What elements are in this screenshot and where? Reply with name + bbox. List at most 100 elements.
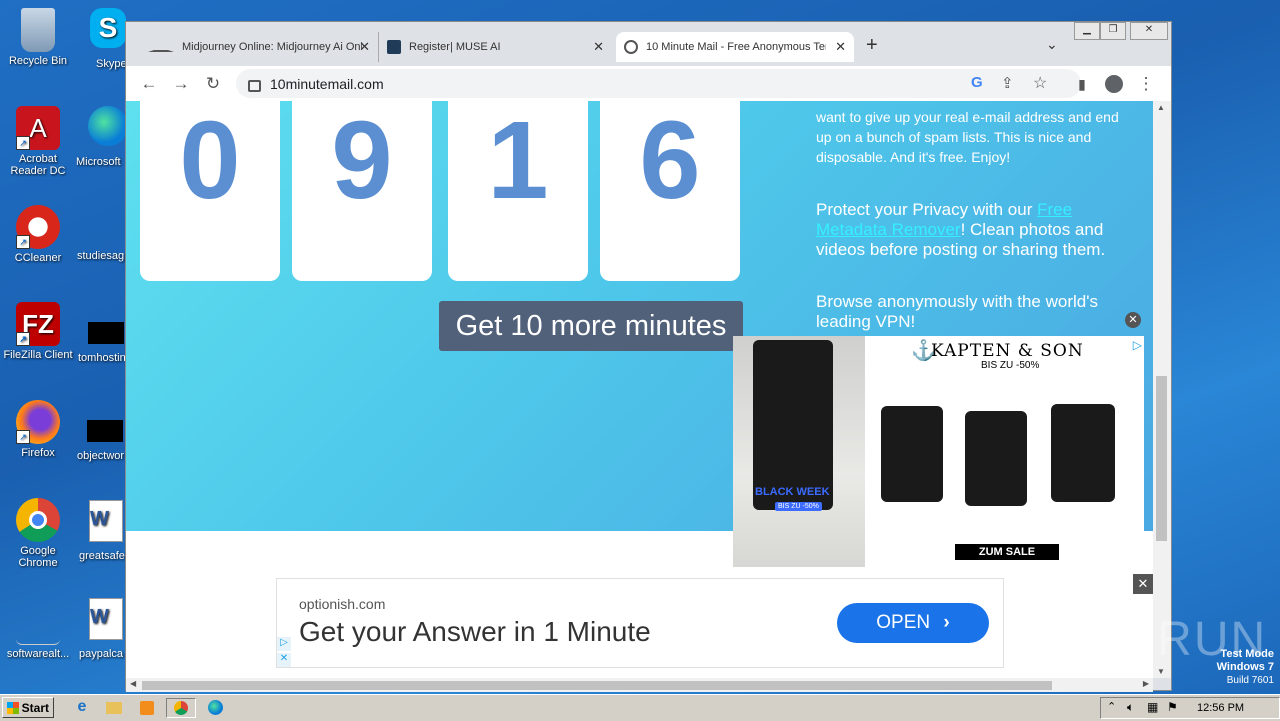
browser-toolbar: ← → ↻ 10minutemail.com G ⇪ ☆ ▮ ⋮	[126, 66, 1171, 101]
restore-button[interactable]: ❐	[1100, 22, 1126, 40]
desktop-icon-ccleaner[interactable]: ↗ CCleaner	[0, 205, 76, 264]
ad-choices-icon[interactable]: ▷	[1133, 338, 1142, 352]
scroll-down-arrow[interactable]: ▼	[1157, 667, 1165, 676]
desktop-icon-recycle-bin[interactable]: Recycle Bin	[0, 8, 76, 67]
desktop-icon-skype[interactable]: S Skype	[90, 8, 127, 70]
close-icon[interactable]: ✕	[593, 39, 604, 55]
recycle-bin-icon	[21, 8, 55, 52]
scrollbar-thumb[interactable]	[1156, 376, 1167, 541]
desktop-icon-edge[interactable]: Microsoft	[76, 106, 128, 168]
desktop-icon-label: FileZilla Client	[3, 349, 73, 361]
close-icon[interactable]: ✕	[835, 39, 846, 55]
desktop-icon-firefox[interactable]: ↗ Firefox	[0, 400, 76, 459]
get-more-minutes-button[interactable]: Get 10 more minutes	[439, 301, 743, 351]
tab-10minutemail[interactable]: 10 Minute Mail - Free Anonymous Tem ✕	[616, 32, 854, 62]
bookmark-star-icon[interactable]: ☆	[1033, 73, 1047, 93]
desktop-icon-objectwor[interactable]: objectwor	[77, 420, 124, 462]
ad-product-photo: BLACK WEEK BIS ZU -50%	[733, 336, 865, 567]
edge-taskbar-icon[interactable]	[203, 698, 227, 718]
chevron-right-icon: ›	[943, 612, 950, 633]
share-icon[interactable]: ⇪	[1001, 74, 1014, 92]
tab-muse-ai[interactable]: Register| MUSE AI ✕	[378, 32, 612, 62]
timer-digit: 9	[292, 101, 432, 281]
muse-logo-icon	[387, 40, 401, 54]
backpack-image	[965, 411, 1027, 506]
firefox-icon: ↗	[16, 400, 60, 444]
ad-choices-icon[interactable]: ▷	[277, 637, 291, 651]
desktop-icon-tomhostin[interactable]: tomhostin	[78, 322, 126, 364]
tab-strip: Midjourney Online: Midjourney Ai Onl ✕ R…	[126, 22, 1171, 66]
ad-discount: BIS ZU -50%	[981, 360, 1040, 371]
optionish-ad[interactable]: optionish.com Get your Answer in 1 Minut…	[276, 578, 1004, 668]
backpack-image	[753, 340, 833, 510]
file-icon	[16, 600, 60, 645]
tab-midjourney[interactable]: Midjourney Online: Midjourney Ai Onl ✕	[140, 32, 378, 62]
scroll-right-arrow[interactable]: ▶	[1143, 679, 1149, 688]
action-center-flag-icon[interactable]: ⚑	[1167, 700, 1178, 714]
desktop-icon-studiesag[interactable]: studiesag	[77, 250, 124, 262]
timer-digit: 0	[140, 101, 280, 281]
network-icon[interactable]: ▦	[1147, 700, 1158, 714]
desktop-icon-label: Recycle Bin	[8, 55, 68, 67]
desktop-icon-chrome[interactable]: Google Chrome	[0, 498, 76, 569]
explorer-folder-icon[interactable]	[102, 698, 126, 718]
vertical-scrollbar[interactable]: ▲ ▼	[1153, 101, 1171, 678]
profile-avatar-icon[interactable]	[1104, 74, 1124, 94]
ie-icon[interactable]: e	[70, 698, 94, 718]
globe-icon	[624, 40, 638, 54]
tab-title: 10 Minute Mail - Free Anonymous Tem	[646, 41, 826, 53]
desktop-icon-greatsafe[interactable]: W greatsafe	[79, 500, 125, 562]
tab-search-button[interactable]: ⌄	[1046, 36, 1058, 53]
close-icon[interactable]: ✕	[359, 39, 370, 55]
skype-icon: S	[90, 8, 126, 48]
reload-icon[interactable]: ↻	[203, 74, 223, 94]
filezilla-icon: FZ ↗	[16, 302, 60, 346]
chrome-icon	[16, 498, 60, 542]
desktop-icon-paypalca[interactable]: W paypalca	[79, 598, 123, 660]
kapten-son-ad[interactable]: BLACK WEEK BIS ZU -50% ⚓ KAPTEN & SON BI…	[733, 336, 1144, 567]
chrome-taskbar-icon[interactable]	[166, 698, 196, 718]
new-tab-button[interactable]: +	[866, 34, 878, 57]
desktop-icon-filezilla[interactable]: FZ ↗ FileZilla Client	[0, 302, 76, 361]
timer-digit: 6	[600, 101, 740, 281]
clock[interactable]: 12:56 PM	[1197, 702, 1244, 714]
back-arrow-icon[interactable]: ←	[139, 74, 159, 94]
close-window-button[interactable]: ✕	[1130, 22, 1168, 40]
minimize-button[interactable]: ▁	[1074, 22, 1100, 40]
bottom-ad-close-icon[interactable]: ✕	[1133, 574, 1153, 594]
ad-open-button[interactable]: OPEN ›	[837, 603, 989, 643]
desktop-icon-label: softwarealt...	[6, 648, 70, 660]
tab-title: Register| MUSE AI	[409, 41, 501, 53]
intro-text: want to give up your real e-mail address…	[816, 109, 1119, 165]
ad-close-icon[interactable]: ✕	[1125, 312, 1141, 328]
volume-icon[interactable]: 🔈︎	[1127, 700, 1134, 715]
web-page: 0 9 1 6 Get 10 more minutes want to give…	[126, 101, 1153, 678]
ccleaner-icon: ↗	[16, 205, 60, 249]
ad-brand: KAPTEN & SON	[931, 341, 1084, 361]
start-button[interactable]: Start	[2, 697, 54, 718]
backpack-image	[881, 406, 943, 502]
taskbar: Start e ⌃ 🔈︎ ▦ ⚑ 12:56 PM	[0, 694, 1280, 721]
google-lens-icon[interactable]: G	[971, 74, 983, 91]
desktop-icon-acrobat[interactable]: A ↗ Acrobat Reader DC	[0, 106, 76, 177]
scroll-up-arrow[interactable]: ▲	[1157, 103, 1165, 112]
scrollbar-thumb[interactable]	[142, 681, 1052, 690]
desktop-icon-label: Acrobat Reader DC	[10, 153, 66, 177]
horizontal-scrollbar[interactable]: ◀ ▶	[126, 678, 1153, 692]
ad-close-icon[interactable]: ✕	[277, 653, 291, 667]
url-text: 10minutemail.com	[270, 76, 384, 92]
vpn-text: Browse anonymously with the world's lead…	[816, 292, 1098, 331]
scroll-left-arrow[interactable]: ◀	[130, 679, 136, 688]
desktop-icon-softwarealt[interactable]: softwarealt...	[0, 600, 76, 660]
menu-kebab-icon[interactable]: ⋮	[1136, 74, 1156, 94]
desktop-icon-label: Firefox	[21, 447, 55, 459]
word-doc-icon: W	[89, 598, 123, 640]
zum-sale-button[interactable]: ZUM SALE	[955, 544, 1059, 560]
address-bar[interactable]: 10minutemail.com G ⇪ ☆	[236, 69, 1081, 98]
photo-subcaption: BIS ZU -50%	[775, 502, 822, 511]
forward-arrow-icon[interactable]: →	[171, 74, 191, 94]
media-player-icon[interactable]	[135, 698, 159, 718]
sidebar-icon[interactable]: ▮	[1072, 74, 1092, 94]
file-icon	[88, 322, 124, 344]
show-hidden-icons-icon[interactable]: ⌃	[1107, 700, 1116, 713]
